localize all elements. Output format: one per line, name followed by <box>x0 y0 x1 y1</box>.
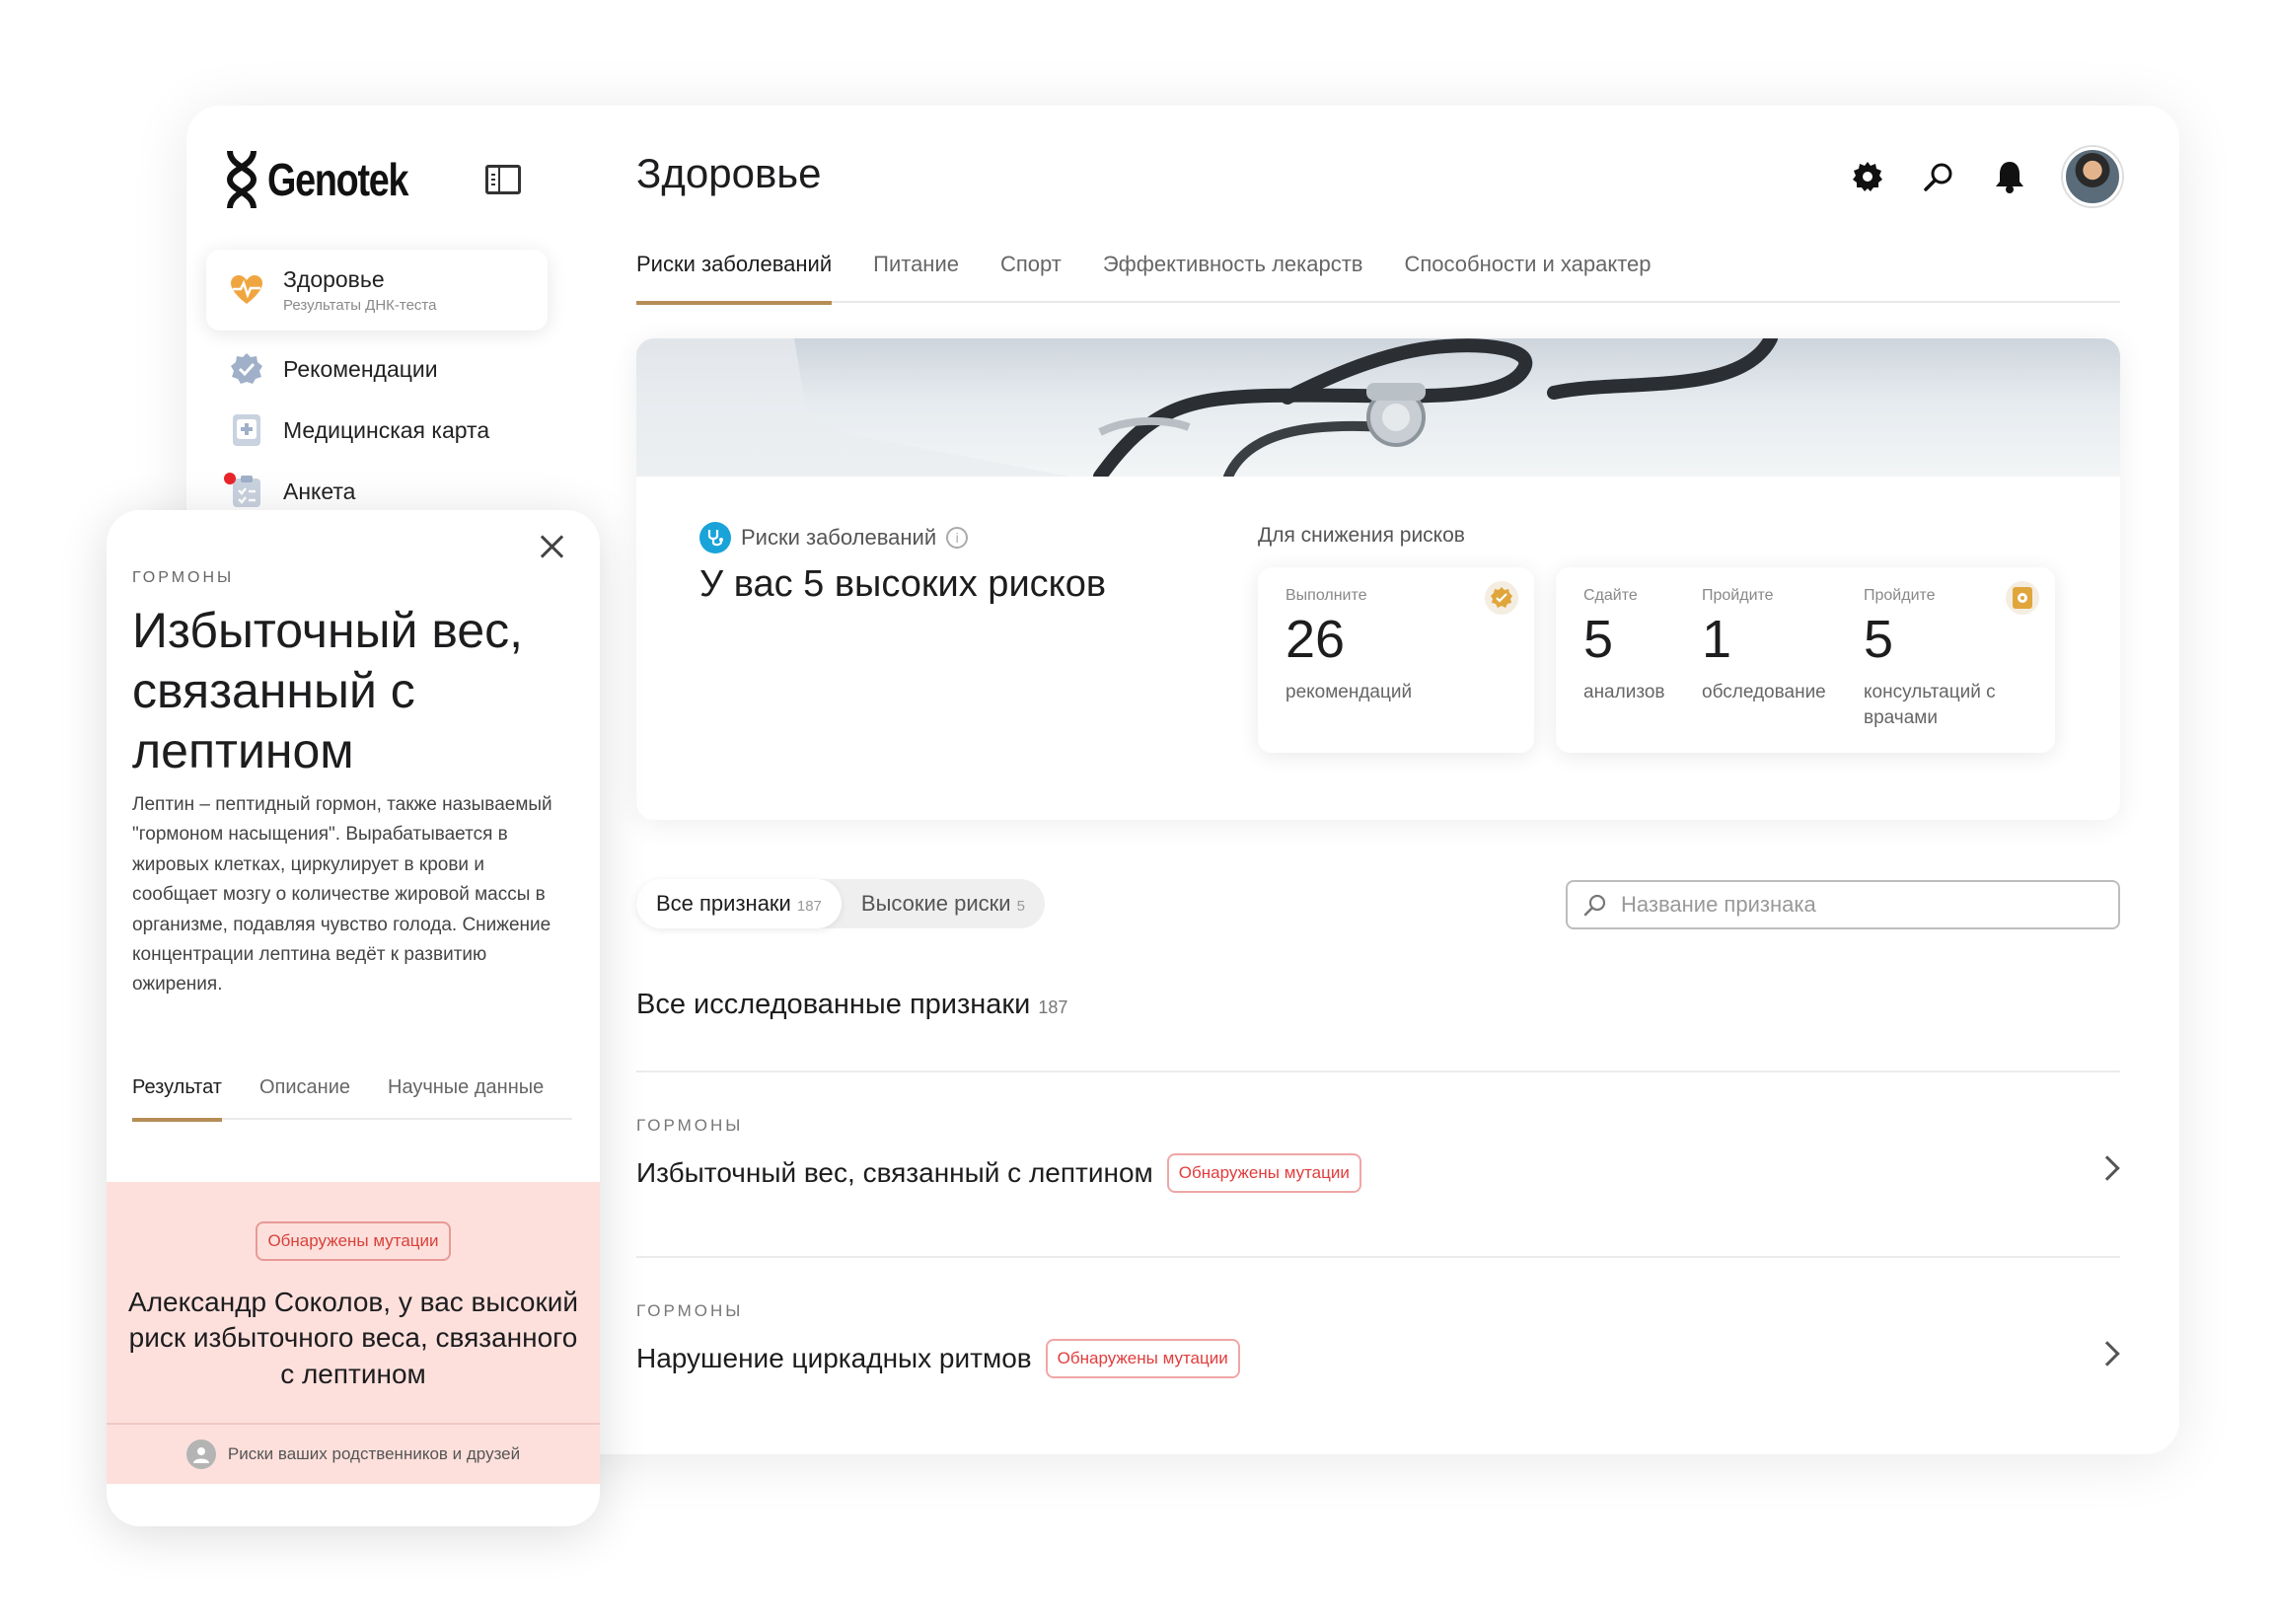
risk-headline: У вас 5 высоких рисков <box>699 563 1107 605</box>
trait-title: Избыточный вес, связанный с лептином <box>636 1157 1153 1188</box>
search-icon <box>1583 894 1606 917</box>
search-placeholder: Название признака <box>1621 892 1816 917</box>
recommendations-card[interactable]: Выполните 26 рекомендаций <box>1258 567 1534 753</box>
mutation-badge: Обнаружены мутации <box>1045 1339 1240 1378</box>
tab-disease-risks[interactable]: Риски заболеваний <box>636 244 833 305</box>
list-item[interactable]: ГОРМОНЫ Нарушение циркадных ритмов Обнар… <box>636 1256 2120 1441</box>
result-block: Обнаружены мутации Александр Соколов, у … <box>107 1182 600 1423</box>
stat-caption: Пройдите <box>1864 587 1936 604</box>
result-text: Александр Соколов, у вас высокий риск из… <box>128 1287 578 1389</box>
stat-caption: Выполните <box>1285 587 1367 604</box>
section-title-text: Все исследованные признаки <box>636 989 1031 1020</box>
verified-badge-icon <box>230 352 263 386</box>
relatives-risks-text: Риски ваших родственников и друзей <box>227 1444 521 1463</box>
header-actions <box>1850 147 2122 206</box>
trait-title-line: Избыточный вес, связанный с лептином Обн… <box>636 1153 1361 1193</box>
reduce-risks-label: Для снижения рисков <box>1258 524 1465 547</box>
person-icon <box>185 1439 216 1469</box>
stat-value: 1 <box>1702 610 1732 669</box>
medical-actions-card[interactable]: Сдайте 5 анализов Пройдите 1 обследовани… <box>1556 567 2055 753</box>
stat-value: 5 <box>1864 610 1894 669</box>
tab-sport[interactable]: Спорт <box>1000 244 1062 303</box>
filter-label: Высокие риски <box>860 891 1011 916</box>
section-title: Все исследованные признаки 187 <box>636 989 1067 1021</box>
sidebar-item-health[interactable]: Здоровье Результаты ДНК-теста <box>206 250 548 331</box>
tab-drug-efficacy[interactable]: Эффективность лекарств <box>1103 244 1363 303</box>
stat-value: 26 <box>1285 610 1346 669</box>
stat-recommendations: Выполните 26 рекомендаций <box>1285 587 1412 705</box>
chevron-right-icon <box>2094 1155 2120 1181</box>
sidebar-toggle-icon[interactable] <box>485 165 521 194</box>
stethoscope-icon <box>699 522 731 554</box>
gear-icon[interactable] <box>1850 159 1885 194</box>
category-tabs: Риски заболеваний Питание Спорт Эффектив… <box>636 244 2120 305</box>
risk-label-text: Риски заболеваний <box>741 525 937 550</box>
panel-title: Избыточный вес, связанный с лептином <box>132 603 524 778</box>
search-icon[interactable] <box>1921 159 1956 194</box>
trait-category: ГОРМОНЫ <box>636 1116 744 1135</box>
medical-card-icon <box>230 413 263 447</box>
tab-abilities[interactable]: Способности и характер <box>1404 244 1651 303</box>
filter-high-risks[interactable]: Высокие риски 5 <box>842 879 1045 928</box>
stat-label: рекомендаций <box>1285 682 1413 702</box>
stat-examinations: Пройдите 1 обследование <box>1702 587 1826 705</box>
stat-label: консультаций с врачами <box>1864 682 1996 728</box>
stat-label: анализов <box>1583 682 1665 702</box>
risk-label: Риски заболеваний i <box>699 522 969 554</box>
panel-category: ГОРМОНЫ <box>132 569 235 586</box>
stat-value: 5 <box>1583 610 1614 669</box>
close-icon[interactable] <box>537 532 566 561</box>
sidebar-item-sublabel: Результаты ДНК-теста <box>283 297 437 314</box>
sidebar-nav: Здоровье Результаты ДНК-теста Рекомендац… <box>206 250 548 522</box>
tab-nutrition[interactable]: Питание <box>873 244 959 303</box>
filter-count: 187 <box>796 898 822 915</box>
tab-result[interactable]: Результат <box>132 1070 222 1122</box>
trait-list: ГОРМОНЫ Избыточный вес, связанный с лепт… <box>636 1070 2120 1441</box>
mutation-badge: Обнаружены мутации <box>256 1221 451 1261</box>
filter-label: Все признаки <box>656 891 791 916</box>
panel-tabs: Результат Описание Научные данные <box>132 1070 572 1122</box>
avatar[interactable] <box>2063 147 2122 206</box>
tab-description[interactable]: Описание <box>259 1070 350 1120</box>
dna-logo-icon <box>226 150 257 209</box>
panel-description: Лептин – пептидный гормон, также называе… <box>132 794 552 996</box>
mutation-badge: Обнаружены мутации <box>1166 1153 1361 1193</box>
sidebar-item-label: Анкета <box>283 478 356 504</box>
filter-count: 5 <box>1016 898 1025 915</box>
verified-badge-icon <box>1485 581 1518 615</box>
brand-name: Genotek <box>267 154 409 205</box>
stat-caption: Пройдите <box>1702 587 1774 604</box>
tab-scientific-data[interactable]: Научные данные <box>388 1070 544 1120</box>
stat-tests: Сдайте 5 анализов <box>1583 587 1665 705</box>
filter-all-traits[interactable]: Все признаки 187 <box>636 879 842 928</box>
list-item[interactable]: ГОРМОНЫ Избыточный вес, связанный с лепт… <box>636 1070 2120 1256</box>
sidebar-item-label: Медицинская карта <box>283 416 490 443</box>
brand-logo[interactable]: Genotek <box>226 149 439 210</box>
page-title: Здоровье <box>636 150 822 196</box>
risk-summary-card: Риски заболеваний i У вас 5 высоких риск… <box>636 338 2120 820</box>
medical-card-icon <box>2006 581 2039 615</box>
stat-label: обследование <box>1702 682 1826 702</box>
notification-dot <box>224 473 236 484</box>
stat-caption: Сдайте <box>1583 587 1638 604</box>
section-count: 187 <box>1038 997 1068 1017</box>
trait-detail-panel: ГОРМОНЫ Избыточный вес, связанный с лепт… <box>107 510 600 1526</box>
trait-filter: Все признаки 187 Высокие риски 5 <box>636 879 1045 928</box>
chevron-right-icon <box>2094 1341 2120 1366</box>
relatives-risks-link[interactable]: Риски ваших родственников и друзей <box>107 1423 600 1484</box>
sidebar-item-label: Здоровье <box>283 266 385 292</box>
sidebar-item-medical-card[interactable]: Медицинская карта <box>206 400 548 461</box>
info-icon[interactable]: i <box>946 527 969 549</box>
trait-category: ГОРМОНЫ <box>636 1301 744 1320</box>
trait-title-line: Нарушение циркадных ритмов Обнаружены му… <box>636 1339 1240 1378</box>
trait-search-input[interactable]: Название признака <box>1566 880 2120 929</box>
bell-icon[interactable] <box>1992 159 2027 194</box>
stethoscope-banner-image <box>636 338 2120 477</box>
trait-title: Нарушение циркадных ритмов <box>636 1343 1032 1373</box>
stat-consultations: Пройдите 5 консультаций с врачами <box>1864 587 2012 730</box>
sidebar-item-label: Рекомендации <box>283 355 438 382</box>
sidebar-item-recommendations[interactable]: Рекомендации <box>206 338 548 400</box>
heart-pulse-icon <box>230 273 263 307</box>
